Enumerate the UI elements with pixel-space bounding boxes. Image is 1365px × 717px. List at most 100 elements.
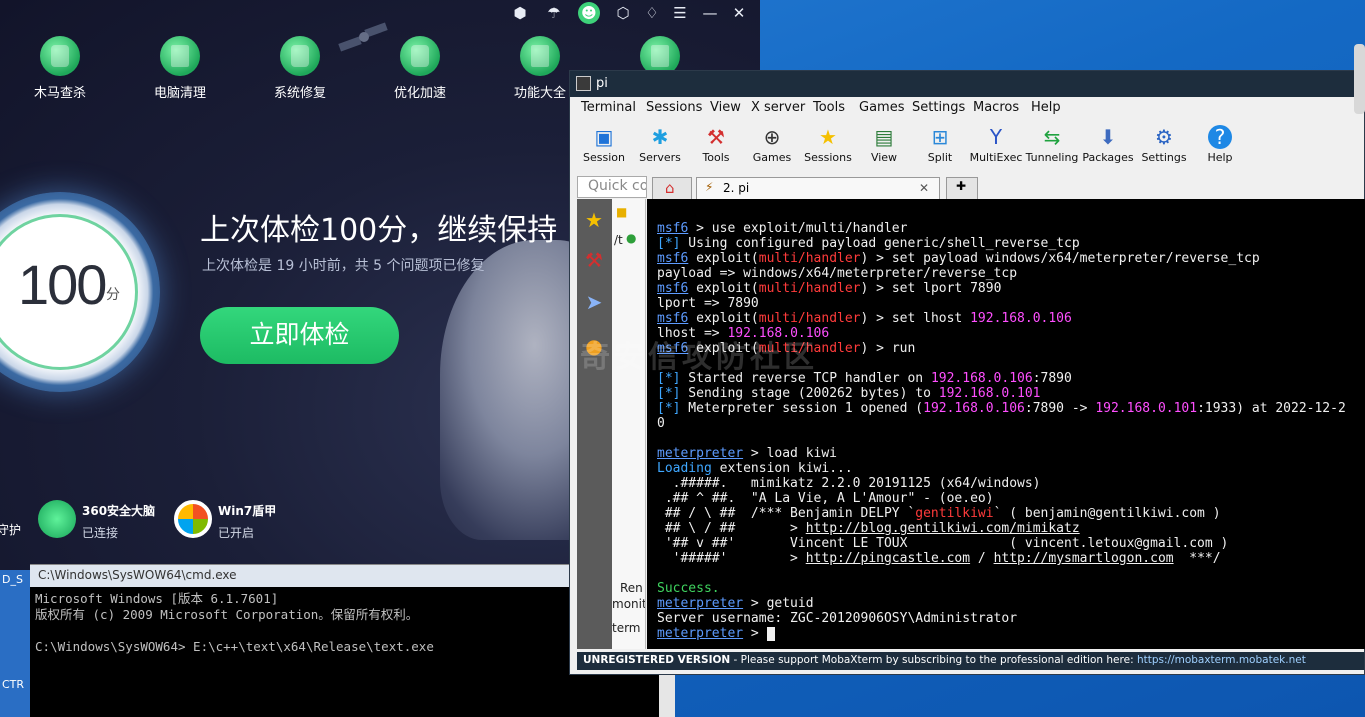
toolbar-session-button[interactable]: ▣ Session	[576, 123, 632, 164]
cube-icon	[520, 36, 560, 76]
toolbar-label: Settings	[1141, 151, 1187, 164]
minimize-icon[interactable]: —	[699, 2, 721, 24]
status-security-brain[interactable]: 360安全大脑 已连接	[38, 500, 155, 541]
menu-macros[interactable]: Macros	[973, 100, 1019, 115]
term-text: Using configured payload generic/shell_r…	[680, 236, 1080, 251]
desktop-scrollbar[interactable]	[1354, 44, 1365, 114]
toolbar-help-button[interactable]: ? Help	[1192, 123, 1248, 164]
shield-icon[interactable]: ⬢	[509, 2, 531, 24]
toolbar-multiexec-button[interactable]: Y MultiExec	[968, 123, 1024, 164]
star-icon[interactable]: ★	[581, 207, 607, 233]
menu-terminal[interactable]: Terminal	[581, 100, 636, 115]
ip-address: 192.168.0.106	[923, 401, 1025, 416]
toolbar: ▣ Session ✱ Servers ⚒ Tools ⊕ Games ★ Session…	[570, 119, 1364, 173]
toolbar-games-button[interactable]: ⊕ Games	[744, 123, 800, 164]
tab-close-icon[interactable]: ✕	[919, 181, 929, 195]
desktop-label[interactable]: CTR	[2, 678, 24, 691]
close-icon[interactable]: ✕	[728, 2, 750, 24]
toolbar-label: Servers	[639, 151, 681, 164]
module-name: multi/handler	[758, 251, 861, 266]
term-link[interactable]: http://mysmartlogon.com	[994, 551, 1174, 566]
tool-all-features[interactable]: 功能大全	[500, 36, 580, 101]
desktop-label[interactable]: D_S	[2, 573, 23, 586]
brain-wave-icon	[38, 500, 76, 538]
module-name: multi/handler	[758, 281, 861, 296]
toolbar-settings-button[interactable]: ⚙ Settings	[1136, 123, 1192, 164]
term-link[interactable]: http://blog.gentilkiwi.com/mimikatz	[806, 521, 1080, 536]
menu-settings[interactable]: Settings	[912, 100, 965, 115]
home-icon: ⌂	[665, 179, 675, 197]
network-icon[interactable]: ⬡	[612, 2, 634, 24]
send-icon[interactable]: ➤	[581, 289, 607, 315]
toolbar-servers-button[interactable]: ✱ Servers	[632, 123, 688, 164]
tools-icon[interactable]: ⚒	[581, 247, 607, 273]
tool-trojan-scan[interactable]: 木马查杀	[20, 36, 100, 101]
avatar[interactable]: ☻	[578, 2, 600, 24]
file-item[interactable]: monit	[612, 597, 645, 611]
satellite-icon	[338, 22, 388, 52]
cmd-line: Microsoft Windows [版本 6.1.7601]	[35, 591, 279, 606]
msf-prompt: msf6	[657, 251, 689, 266]
term-text: ` ( benjamin@gentilkiwi.com )	[993, 506, 1221, 521]
status-win7-shield[interactable]: Win7盾甲 已开启	[174, 500, 276, 541]
meterpreter-prompt: meterpreter	[657, 446, 744, 461]
term-text: '## v ##' Vincent LE TOUX ( vincent.leto…	[657, 536, 1229, 551]
score-ring: 100 分	[0, 192, 160, 392]
toolbar-label: Games	[752, 151, 792, 164]
ip-address: 192.168.0.101	[1095, 401, 1198, 416]
menu-help[interactable]: Help	[1031, 100, 1061, 115]
gamepad-icon: ⊕	[763, 125, 781, 149]
tool-system-repair[interactable]: 系统修复	[260, 36, 340, 101]
new-tab-button[interactable]: ✚	[946, 177, 978, 199]
menu-icon[interactable]: ☰	[669, 2, 691, 24]
tab-session-pi[interactable]: ⚡ 2. pi ✕	[696, 177, 940, 199]
menu-view[interactable]: View	[710, 100, 741, 115]
term-text: >	[743, 626, 767, 641]
term-text: gentilkiwi	[915, 506, 994, 521]
terminal-output[interactable]: msf6 > use exploit/multi/handler [*] Usi…	[647, 199, 1365, 649]
toolbar-tunneling-button[interactable]: ⇆ Tunneling	[1024, 123, 1080, 164]
file-item[interactable]: term	[612, 621, 641, 635]
term-text: ## \ / ## >	[657, 521, 806, 536]
status-bar: UNREGISTERED VERSION - Please support Mo…	[577, 652, 1364, 670]
term-link[interactable]: http://pingcastle.com	[806, 551, 970, 566]
tool-pc-clean[interactable]: 电脑清理	[140, 36, 220, 101]
monitor-icon: ▣	[594, 125, 614, 149]
term-text: extension kiwi...	[711, 461, 853, 476]
term-text: .#####. mimikatz 2.2.0 20191125 (x64/win…	[657, 476, 1041, 491]
app-logo-icon	[576, 76, 591, 91]
tab-home[interactable]: ⌂	[652, 177, 692, 199]
check-now-button[interactable]: 立即体检	[200, 307, 399, 364]
system-repair-icon	[280, 36, 320, 76]
subscribe-link[interactable]: https://mobaxterm.mobatek.net	[1137, 654, 1306, 666]
packages-icon: ⬇	[1099, 125, 1117, 149]
toolbar-label: Packages	[1082, 151, 1134, 164]
toolbar-view-button[interactable]: ▤ View	[856, 123, 912, 164]
menu-xserver[interactable]: X server	[751, 100, 805, 115]
terminal-tab-icon: ⚡	[705, 180, 714, 194]
toolbar-sessions-button[interactable]: ★ Sessions	[800, 123, 856, 164]
path-field[interactable]: /t	[614, 233, 623, 247]
menu-sessions[interactable]: Sessions	[646, 100, 702, 115]
term-text: payload => windows/x64/meterpreter/rever…	[657, 266, 1018, 281]
tools-icon: ⚒	[707, 125, 725, 149]
quick-connect-input[interactable]: Quick co	[577, 176, 647, 198]
umbrella-icon[interactable]: ☂	[543, 2, 565, 24]
menu-tools[interactable]: Tools	[813, 100, 845, 115]
toolbar-split-button[interactable]: ⊞ Split	[912, 123, 968, 164]
check-icon[interactable]: ●	[626, 231, 636, 245]
window-title: pi	[596, 76, 608, 91]
skin-shirt-icon[interactable]: ♢	[641, 2, 663, 24]
term-text: > load kiwi	[743, 446, 838, 461]
toolbar-packages-button[interactable]: ⬇ Packages	[1080, 123, 1136, 164]
menu-games[interactable]: Games	[859, 100, 904, 115]
title-bar[interactable]: pi	[570, 71, 1364, 97]
folder-icon[interactable]: ■	[616, 205, 627, 219]
tool-label: 优化加速	[393, 86, 446, 101]
star-icon: ★	[819, 125, 837, 149]
term-text: ## / \ ## /*** Benjamin DELPY `	[657, 506, 916, 521]
port: 7890	[1040, 371, 1072, 386]
file-item[interactable]: Ren	[620, 581, 643, 595]
term-text: Success.	[657, 581, 720, 596]
toolbar-tools-button[interactable]: ⚒ Tools	[688, 123, 744, 164]
